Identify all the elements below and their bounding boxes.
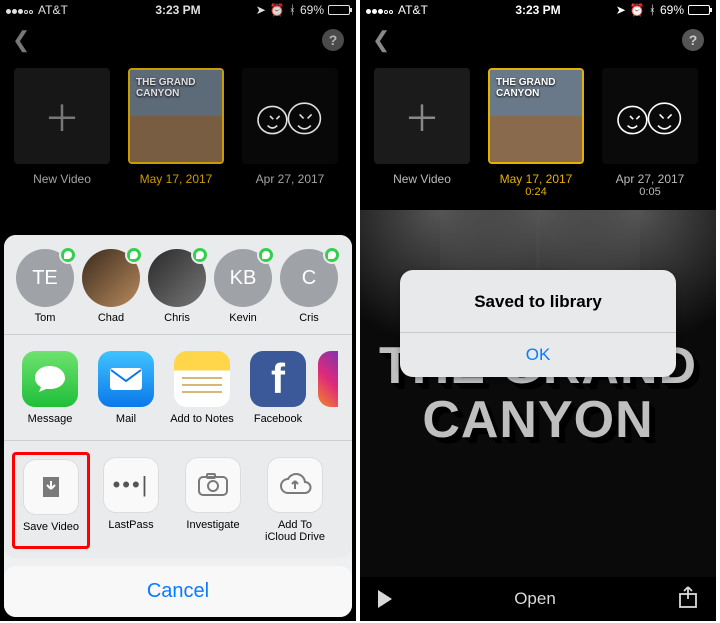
- project-new[interactable]: ＋ New Video: [374, 68, 470, 198]
- video-preview[interactable]: THE GRAND CANYON: [360, 210, 716, 577]
- messages-badge-icon: [191, 246, 209, 264]
- nav-bar: ❮ ?: [360, 20, 716, 60]
- share-contacts-row[interactable]: TE Tom Chad Chris KB Kevin C Cris: [4, 235, 352, 335]
- instagram-icon: [318, 351, 338, 407]
- play-button[interactable]: [378, 590, 392, 608]
- saved-alert: Saved to library OK: [400, 270, 676, 377]
- lastpass-icon: •••|: [103, 457, 159, 513]
- project-row: ＋ New Video THE GRAND CANYON May 17, 201…: [360, 60, 716, 202]
- plus-icon: ＋: [404, 90, 440, 142]
- action-icloud-drive[interactable]: Add To iCloud Drive: [256, 457, 334, 544]
- share-actions-row[interactable]: Save Video •••| LastPass Investigate Add…: [4, 441, 352, 558]
- facebook-icon: f: [250, 351, 306, 407]
- messages-badge-icon: [59, 246, 77, 264]
- action-lastpass[interactable]: •••| LastPass: [92, 457, 170, 544]
- save-video-icon: [23, 459, 79, 515]
- phone-left: AT&T 3:23 PM ➤ ⏰ ᚼ 69% ❮ ? ＋ New Video T…: [0, 0, 356, 621]
- contact-item[interactable]: Chris: [146, 249, 208, 324]
- back-icon[interactable]: ❮: [372, 27, 390, 53]
- app-notes[interactable]: Add to Notes: [166, 351, 238, 426]
- bottom-toolbar: Open: [360, 577, 716, 621]
- contact-item[interactable]: Chad: [80, 249, 142, 324]
- share-apps-row[interactable]: Message Mail Add to Notes f Facebook: [4, 335, 352, 441]
- status-bar: AT&T 3:23 PM ➤ ⏰ ᚼ 69%: [360, 0, 716, 20]
- action-investigate[interactable]: Investigate: [174, 457, 252, 544]
- icloud-drive-icon: [267, 457, 323, 513]
- open-button[interactable]: Open: [514, 589, 556, 609]
- message-icon: [22, 351, 78, 407]
- app-message[interactable]: Message: [14, 351, 86, 426]
- notes-icon: [174, 351, 230, 407]
- contact-item[interactable]: C Cris: [278, 249, 340, 324]
- contact-item[interactable]: KB Kevin: [212, 249, 274, 324]
- action-save-video[interactable]: Save Video: [12, 452, 90, 549]
- phone-right: AT&T 3:23 PM ➤ ⏰ ᚼ 69% ❮ ? ＋ New Video T…: [360, 0, 716, 621]
- project-selected[interactable]: THE GRAND CANYON May 17, 2017 0:24: [488, 68, 584, 198]
- contact-item[interactable]: TE Tom: [14, 249, 76, 324]
- help-icon[interactable]: ?: [682, 29, 704, 51]
- app-partial[interactable]: [318, 351, 338, 426]
- mail-icon: [98, 351, 154, 407]
- battery-icon: [688, 5, 710, 15]
- share-button[interactable]: [678, 585, 698, 614]
- messages-badge-icon: [257, 246, 275, 264]
- project-item[interactable]: Apr 27, 2017 0:05: [602, 68, 698, 198]
- status-time: 3:23 PM: [360, 3, 716, 17]
- cancel-button[interactable]: Cancel: [4, 566, 352, 617]
- app-facebook[interactable]: f Facebook: [242, 351, 314, 426]
- app-mail[interactable]: Mail: [90, 351, 162, 426]
- share-sheet: TE Tom Chad Chris KB Kevin C Cris: [4, 235, 352, 617]
- alert-message: Saved to library: [400, 270, 676, 332]
- messages-badge-icon: [125, 246, 143, 264]
- alert-ok-button[interactable]: OK: [400, 332, 676, 377]
- investigate-icon: [185, 457, 241, 513]
- pumpkins-icon: [602, 68, 698, 164]
- messages-badge-icon: [323, 246, 341, 264]
